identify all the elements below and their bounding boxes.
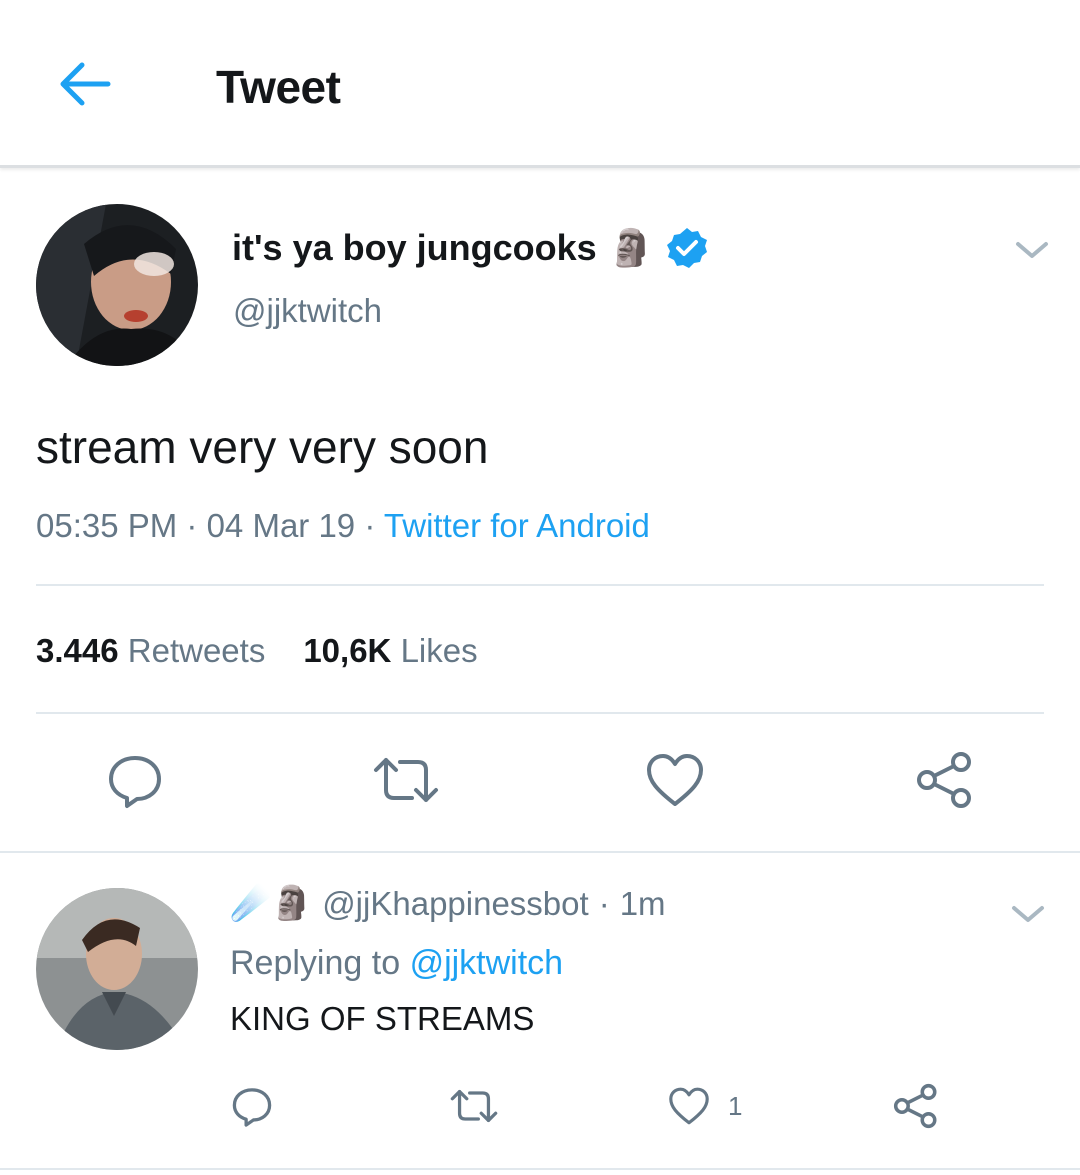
top-app-bar: Tweet xyxy=(0,0,1080,168)
retweet-button[interactable] xyxy=(366,748,446,812)
page-title: Tweet xyxy=(216,61,341,113)
reply-emojis: ☄️🗿 xyxy=(230,884,313,921)
reply-icon xyxy=(232,1088,272,1127)
reply-header: ☄️🗿 @jjKhappinessbot · 1m xyxy=(230,884,666,923)
divider xyxy=(36,712,1044,714)
arrow-left-icon xyxy=(60,62,111,106)
tweet-date: 04 Mar 19 xyxy=(206,507,356,544)
tweet-time: 05:35 PM xyxy=(36,507,178,544)
reply-retweet-button[interactable] xyxy=(446,1082,502,1130)
tweet-menu-button[interactable] xyxy=(1012,236,1052,264)
display-name[interactable]: it's ya boy jungcooks 🗿 xyxy=(232,226,709,270)
retweets-stat[interactable]: 3.446 Retweets xyxy=(36,632,265,670)
avatar[interactable] xyxy=(36,204,198,366)
chevron-down-icon xyxy=(1012,906,1044,922)
reply-button[interactable] xyxy=(100,748,170,812)
share-button[interactable] xyxy=(910,748,980,812)
reply-time: 1m xyxy=(619,884,666,922)
section-separator xyxy=(0,851,1080,853)
like-button[interactable] xyxy=(642,748,708,812)
tweet-source-link[interactable]: Twitter for Android xyxy=(384,507,650,544)
tweet-meta: 05:35 PM · 04 Mar 19 · Twitter for Andro… xyxy=(36,507,650,544)
display-name-text: it's ya boy jungcooks xyxy=(232,227,597,268)
user-handle[interactable]: @jjktwitch xyxy=(233,292,382,330)
divider xyxy=(36,584,1044,586)
replying-to-mention[interactable]: @jjktwitch xyxy=(410,944,564,982)
replying-to: Replying to @jjktwitch xyxy=(230,944,564,982)
chevron-down-icon xyxy=(1016,242,1048,258)
reply-share-button[interactable] xyxy=(888,1080,944,1132)
tweet-text: stream very very soon xyxy=(36,421,489,473)
reply-like-button[interactable]: 1 xyxy=(668,1082,758,1130)
reply-like-count: 1 xyxy=(728,1090,743,1121)
likes-stat[interactable]: 10,6K Likes xyxy=(303,632,477,670)
retweet-icon xyxy=(450,1089,498,1123)
share-icon xyxy=(917,752,971,808)
reply-avatar[interactable] xyxy=(36,888,198,1050)
tweet-stats: 3.446 Retweets 10,6K Likes xyxy=(36,632,478,670)
reply-reply-button[interactable] xyxy=(226,1082,278,1130)
reply-menu-button[interactable] xyxy=(1008,900,1048,928)
reply-icon xyxy=(109,756,161,808)
like-icon xyxy=(669,1087,709,1125)
like-icon xyxy=(647,754,703,806)
share-icon xyxy=(893,1083,937,1129)
retweet-icon xyxy=(374,758,438,802)
moai-emoji: 🗿 xyxy=(608,227,654,268)
reply-text: KING OF STREAMS xyxy=(230,1000,535,1037)
verified-badge-icon xyxy=(665,226,709,270)
back-button[interactable] xyxy=(52,52,116,116)
section-separator xyxy=(0,1168,1080,1170)
reply-handle[interactable]: @jjKhappinessbot xyxy=(322,885,589,923)
